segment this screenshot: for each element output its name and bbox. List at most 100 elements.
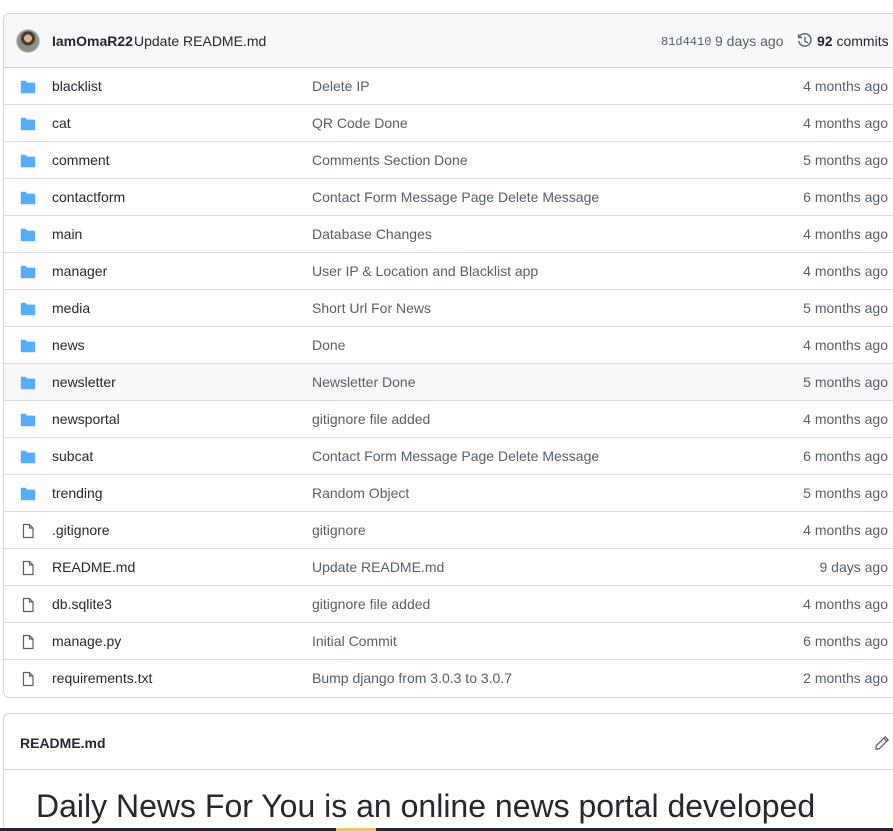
file-commit-age: 5 months ago	[803, 300, 888, 316]
file-name-link[interactable]: requirements.txt	[52, 670, 152, 686]
file-name-link[interactable]: media	[52, 300, 90, 316]
file-commit-age: 6 months ago	[803, 633, 888, 649]
file-commit-message-link[interactable]: Delete IP	[312, 78, 370, 94]
file-icon	[20, 634, 36, 650]
file-commit-age: 5 months ago	[803, 374, 888, 390]
file-row[interactable]: main Database Changes 4 months ago	[4, 215, 893, 252]
file-commit-age: 6 months ago	[803, 448, 888, 464]
folder-icon	[20, 116, 36, 132]
file-row[interactable]: subcat Contact Form Message Page Delete M…	[4, 437, 893, 474]
file-commit-message-link[interactable]: gitignore	[312, 522, 366, 538]
file-row[interactable]: requirements.txt Bump django from 3.0.3 t…	[4, 659, 893, 696]
folder-icon	[20, 227, 36, 243]
folder-icon	[20, 79, 36, 95]
file-browser: IamOmaR22 Update README.md 81d4410 9 day…	[3, 13, 893, 698]
folder-icon	[20, 486, 36, 502]
commit-author-link[interactable]: IamOmaR22	[52, 33, 133, 49]
file-commit-message-link[interactable]: Done	[312, 337, 345, 353]
file-commit-message-link[interactable]: Bump django from 3.0.3 to 3.0.7	[312, 670, 512, 686]
file-row[interactable]: news Done 4 months ago	[4, 326, 893, 363]
file-icon	[20, 523, 36, 539]
file-commit-message-link[interactable]: Contact Form Message Page Delete Message	[312, 448, 599, 464]
folder-icon	[20, 190, 36, 206]
commits-count: 92	[817, 33, 833, 49]
file-commit-age: 4 months ago	[803, 522, 888, 538]
file-row[interactable]: blacklist Delete IP 4 months ago	[4, 68, 893, 104]
file-commit-age: 5 months ago	[803, 152, 888, 168]
file-icon	[20, 597, 36, 613]
file-row[interactable]: cat QR Code Done 4 months ago	[4, 104, 893, 141]
file-name-link[interactable]: manage.py	[52, 633, 121, 649]
file-row[interactable]: .gitignore gitignore 4 months ago	[4, 511, 893, 548]
file-name-link[interactable]: main	[52, 226, 82, 242]
folder-icon	[20, 153, 36, 169]
file-name-link[interactable]: comment	[52, 152, 110, 168]
history-icon[interactable]	[797, 33, 813, 49]
file-icon	[20, 560, 36, 576]
readme-heading: Daily News For You is an online news por…	[36, 788, 816, 824]
file-commit-age: 4 months ago	[803, 115, 888, 131]
file-name-link[interactable]: .gitignore	[52, 522, 110, 538]
pencil-icon[interactable]	[874, 735, 890, 751]
file-commit-message-link[interactable]: Update README.md	[312, 559, 444, 575]
file-row[interactable]: comment Comments Section Done 5 months ago	[4, 141, 893, 178]
file-commit-message-link[interactable]: Initial Commit	[312, 633, 397, 649]
folder-icon	[20, 338, 36, 354]
file-commit-message-link[interactable]: Contact Form Message Page Delete Message	[312, 189, 599, 205]
file-row[interactable]: trending Random Object 5 months ago	[4, 474, 893, 511]
file-commit-age: 4 months ago	[803, 596, 888, 612]
readme-panel: README.md Daily News For You is an onlin…	[3, 713, 893, 831]
file-row[interactable]: README.md Update README.md 9 days ago	[4, 548, 893, 585]
file-commit-message-link[interactable]: Short Url For News	[312, 300, 431, 316]
file-commit-message-link[interactable]: QR Code Done	[312, 115, 408, 131]
file-name-link[interactable]: subcat	[52, 448, 93, 464]
file-row[interactable]: newsportal gitignore file added 4 months a…	[4, 400, 893, 437]
file-name-link[interactable]: news	[52, 337, 85, 353]
file-row[interactable]: media Short Url For News 5 months ago	[4, 289, 893, 326]
file-commit-message-link[interactable]: Comments Section Done	[312, 152, 468, 168]
folder-icon	[20, 412, 36, 428]
file-commit-message-link[interactable]: Newsletter Done	[312, 374, 416, 390]
file-icon	[20, 671, 36, 687]
file-commit-age: 4 months ago	[803, 411, 888, 427]
commit-time[interactable]: 9 days ago	[715, 33, 784, 49]
file-name-link[interactable]: cat	[52, 115, 71, 131]
file-row[interactable]: manage.py Initial Commit 6 months ago	[4, 622, 893, 659]
file-commit-age: 2 months ago	[803, 670, 888, 686]
file-commit-age: 6 months ago	[803, 189, 888, 205]
file-name-link[interactable]: trending	[52, 485, 103, 501]
file-name-link[interactable]: manager	[52, 263, 107, 279]
file-commit-message-link[interactable]: gitignore file added	[312, 596, 430, 612]
commits-label: commits	[836, 33, 889, 49]
file-name-link[interactable]: contactform	[52, 189, 125, 205]
file-commit-message-link[interactable]: gitignore file added	[312, 411, 430, 427]
file-row[interactable]: contactform Contact Form Message Page Del…	[4, 178, 893, 215]
file-commit-message-link[interactable]: Database Changes	[312, 226, 432, 242]
file-row[interactable]: db.sqlite3 gitignore file added 4 months a…	[4, 585, 893, 622]
file-commit-age: 4 months ago	[803, 337, 888, 353]
commit-sha-link[interactable]: 81d4410	[661, 35, 711, 49]
file-name-link[interactable]: blacklist	[52, 78, 102, 94]
avatar[interactable]	[16, 29, 40, 53]
file-commit-message-link[interactable]: Random Object	[312, 485, 409, 501]
file-commit-age: 4 months ago	[803, 78, 888, 94]
file-commit-age: 4 months ago	[803, 263, 888, 279]
file-name-link[interactable]: newsportal	[52, 411, 120, 427]
file-name-link[interactable]: newsletter	[52, 374, 116, 390]
readme-filename[interactable]: README.md	[20, 735, 106, 751]
file-row[interactable]: newsletter Newsletter Done 5 months ago	[4, 363, 893, 400]
file-name-link[interactable]: README.md	[52, 559, 135, 575]
folder-icon	[20, 449, 36, 465]
file-row[interactable]: manager User IP & Location and Blacklist …	[4, 252, 893, 289]
file-commit-age: 4 months ago	[803, 226, 888, 242]
commit-message-link[interactable]: Update README.md	[134, 33, 266, 49]
latest-commit-bar: IamOmaR22 Update README.md 81d4410 9 day…	[4, 14, 893, 68]
file-name-link[interactable]: db.sqlite3	[52, 596, 112, 612]
file-commit-age: 5 months ago	[803, 485, 888, 501]
folder-icon	[20, 375, 36, 391]
readme-header: README.md	[4, 714, 893, 770]
file-commit-message-link[interactable]: User IP & Location and Blacklist app	[312, 263, 538, 279]
commits-link[interactable]: 92 commits	[817, 33, 889, 49]
folder-icon	[20, 301, 36, 317]
folder-icon	[20, 264, 36, 280]
